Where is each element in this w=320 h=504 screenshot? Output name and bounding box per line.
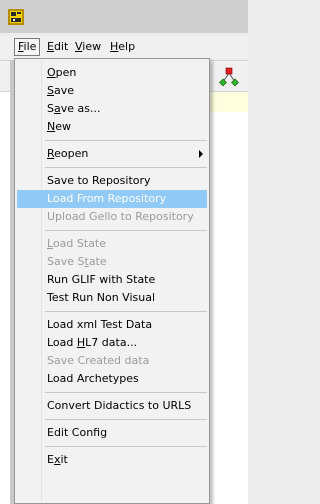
menu-item-save-created-data[interactable]: Save Created data [17, 352, 207, 370]
menu-item-convert-didactics[interactable]: Convert Didactics to URLS [17, 397, 207, 415]
menu-item-load-state[interactable]: Load State [17, 235, 207, 253]
menu-item-save[interactable]: Save [17, 82, 207, 100]
menu-separator [45, 167, 207, 168]
menu-edit[interactable]: Edit [44, 38, 71, 56]
menu-item-run-glif[interactable]: Run GLIF with State [17, 271, 207, 289]
menu-item-open[interactable]: Open [17, 64, 207, 82]
title-bar [0, 0, 248, 33]
menu-item-upload-gello[interactable]: Upload Gello to Repository [17, 208, 207, 226]
menu-separator [45, 140, 207, 141]
menu-view[interactable]: View [72, 38, 104, 56]
submenu-arrow-icon [199, 150, 203, 158]
menu-separator [45, 230, 207, 231]
menu-item-load-xml[interactable]: Load xml Test Data [17, 316, 207, 334]
menu-help[interactable]: Help [107, 38, 138, 56]
menu-bar: File Edit View Help [0, 36, 248, 58]
menu-item-save-as[interactable]: Save as... [17, 100, 207, 118]
menu-item-load-hl7[interactable]: Load HL7 data... [17, 334, 207, 352]
network-icon[interactable] [218, 67, 240, 89]
menu-file[interactable]: File [14, 38, 41, 56]
menu-separator [45, 392, 207, 393]
menu-item-save-to-repository[interactable]: Save to Repository [17, 172, 207, 190]
menu-item-exit[interactable]: Exit [17, 451, 207, 469]
menu-item-new[interactable]: New [17, 118, 207, 136]
menu-item-test-run[interactable]: Test Run Non Visual [17, 289, 207, 307]
menu-item-load-archetypes[interactable]: Load Archetypes [17, 370, 207, 388]
menu-separator [45, 419, 207, 420]
menu-separator [45, 311, 207, 312]
file-menu-dropdown: Open Save Save as... New Reopen Save to … [14, 58, 210, 504]
status-area [210, 92, 248, 112]
menu-separator [45, 446, 207, 447]
app-icon [8, 9, 24, 25]
menu-item-load-from-repository[interactable]: Load From Repository [17, 190, 207, 208]
menu-item-reopen[interactable]: Reopen [17, 145, 207, 163]
menu-item-save-state[interactable]: Save State [17, 253, 207, 271]
menu-item-edit-config[interactable]: Edit Config [17, 424, 207, 442]
